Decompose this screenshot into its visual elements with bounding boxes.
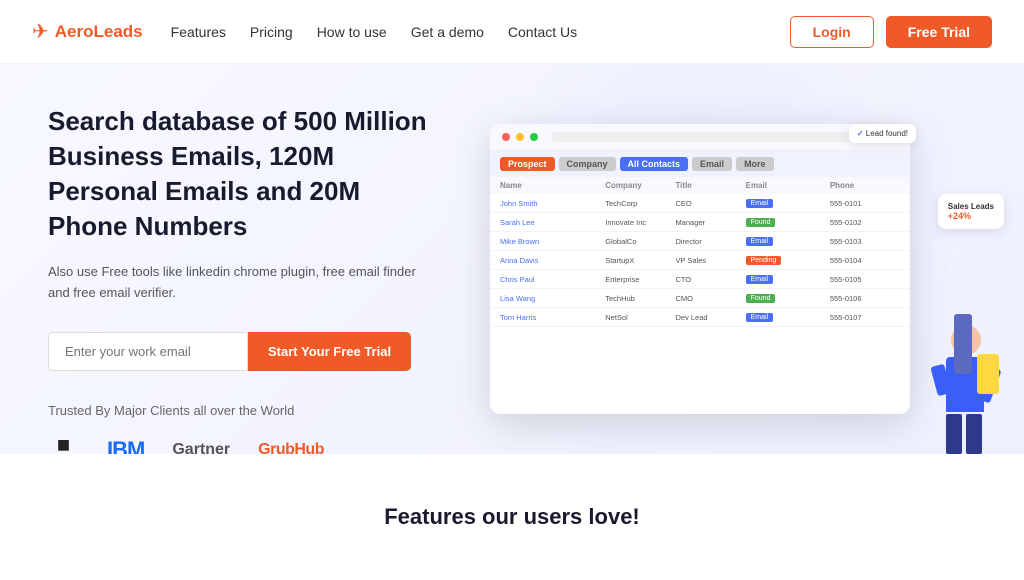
logo-text: AeroLeads xyxy=(55,22,143,42)
nav-features[interactable]: Features xyxy=(171,24,226,40)
accent-box xyxy=(977,354,999,394)
table-row: Tom Harris NetSol Dev Lead Email 555-010… xyxy=(490,308,910,327)
filter-company[interactable]: Company xyxy=(559,157,616,171)
nav-contact[interactable]: Contact Us xyxy=(508,24,577,40)
nav-get-demo[interactable]: Get a demo xyxy=(411,24,484,40)
login-button[interactable]: Login xyxy=(790,16,874,48)
table-row: Lisa Wang TechHub CMO Found 555-0106 xyxy=(490,289,910,308)
table-row: Chris Paul Enterprise CTO Email 555-0105 xyxy=(490,270,910,289)
table-row: Anna Davis StartupX VP Sales Pending 555… xyxy=(490,251,910,270)
filter-email[interactable]: Email xyxy=(692,157,732,171)
free-trial-button[interactable]: Free Trial xyxy=(886,16,992,48)
dash-filter-row: Prospect Company All Contacts Email More xyxy=(490,151,910,177)
logo[interactable]: ✈ AeroLeads xyxy=(32,19,143,44)
logo-icon: ✈ xyxy=(32,19,49,44)
nav-links: Features Pricing How to use Get a demo C… xyxy=(171,24,790,40)
filter-all-contacts[interactable]: All Contacts xyxy=(620,157,689,171)
features-title: Features our users love! xyxy=(384,504,640,530)
table-row: Sarah Lee Innovate Inc Manager Found 555… xyxy=(490,213,910,232)
ibm-logo: IBM xyxy=(107,437,144,454)
nav-actions: Login Free Trial xyxy=(790,16,992,48)
hero-cta-row: Start Your Free Trial xyxy=(48,332,440,371)
nav-how-to-use[interactable]: How to use xyxy=(317,24,387,40)
filter-prospect[interactable]: Prospect xyxy=(500,157,555,171)
filter-more[interactable]: More xyxy=(736,157,774,171)
features-section: Features our users love! xyxy=(0,454,1024,580)
adobe-logo: ■ Adobe xyxy=(48,432,79,454)
dash-table-header: Name Company Title Email Phone xyxy=(490,177,910,194)
hero-visual: Prospect Company All Contacts Email More… xyxy=(480,64,1024,454)
hero-content: Search database of 500 Million Business … xyxy=(0,64,480,454)
table-row: John Smith TechCorp CEO Email 555-0101 xyxy=(490,194,910,213)
nav-pricing[interactable]: Pricing xyxy=(250,24,293,40)
gartner-logo: Gartner xyxy=(172,441,230,454)
floating-card: Sales Leads +24% xyxy=(938,194,1004,229)
dash-table-body: John Smith TechCorp CEO Email 555-0101 S… xyxy=(490,194,910,327)
navbar: ✈ AeroLeads Features Pricing How to use … xyxy=(0,0,1024,64)
chat-bubble-1: ✓ Lead found! xyxy=(849,124,916,143)
accent-box-2 xyxy=(954,314,972,374)
dash-header xyxy=(490,124,910,151)
grubhub-logo: GrubHub xyxy=(258,441,324,454)
trusted-label: Trusted By Major Clients all over the Wo… xyxy=(48,403,440,418)
client-logos: ■ Adobe IBM Gartner GrubHub xyxy=(48,432,440,454)
dashboard-mockup: Prospect Company All Contacts Email More… xyxy=(490,124,910,414)
hero-title: Search database of 500 Million Business … xyxy=(48,104,440,244)
table-row: Mike Brown GlobalCo Director Email 555-0… xyxy=(490,232,910,251)
hero-subtitle: Also use Free tools like linkedin chrome… xyxy=(48,262,428,304)
hero-section: Search database of 500 Million Business … xyxy=(0,64,1024,454)
email-input[interactable] xyxy=(48,332,248,371)
start-trial-button[interactable]: Start Your Free Trial xyxy=(248,332,411,371)
